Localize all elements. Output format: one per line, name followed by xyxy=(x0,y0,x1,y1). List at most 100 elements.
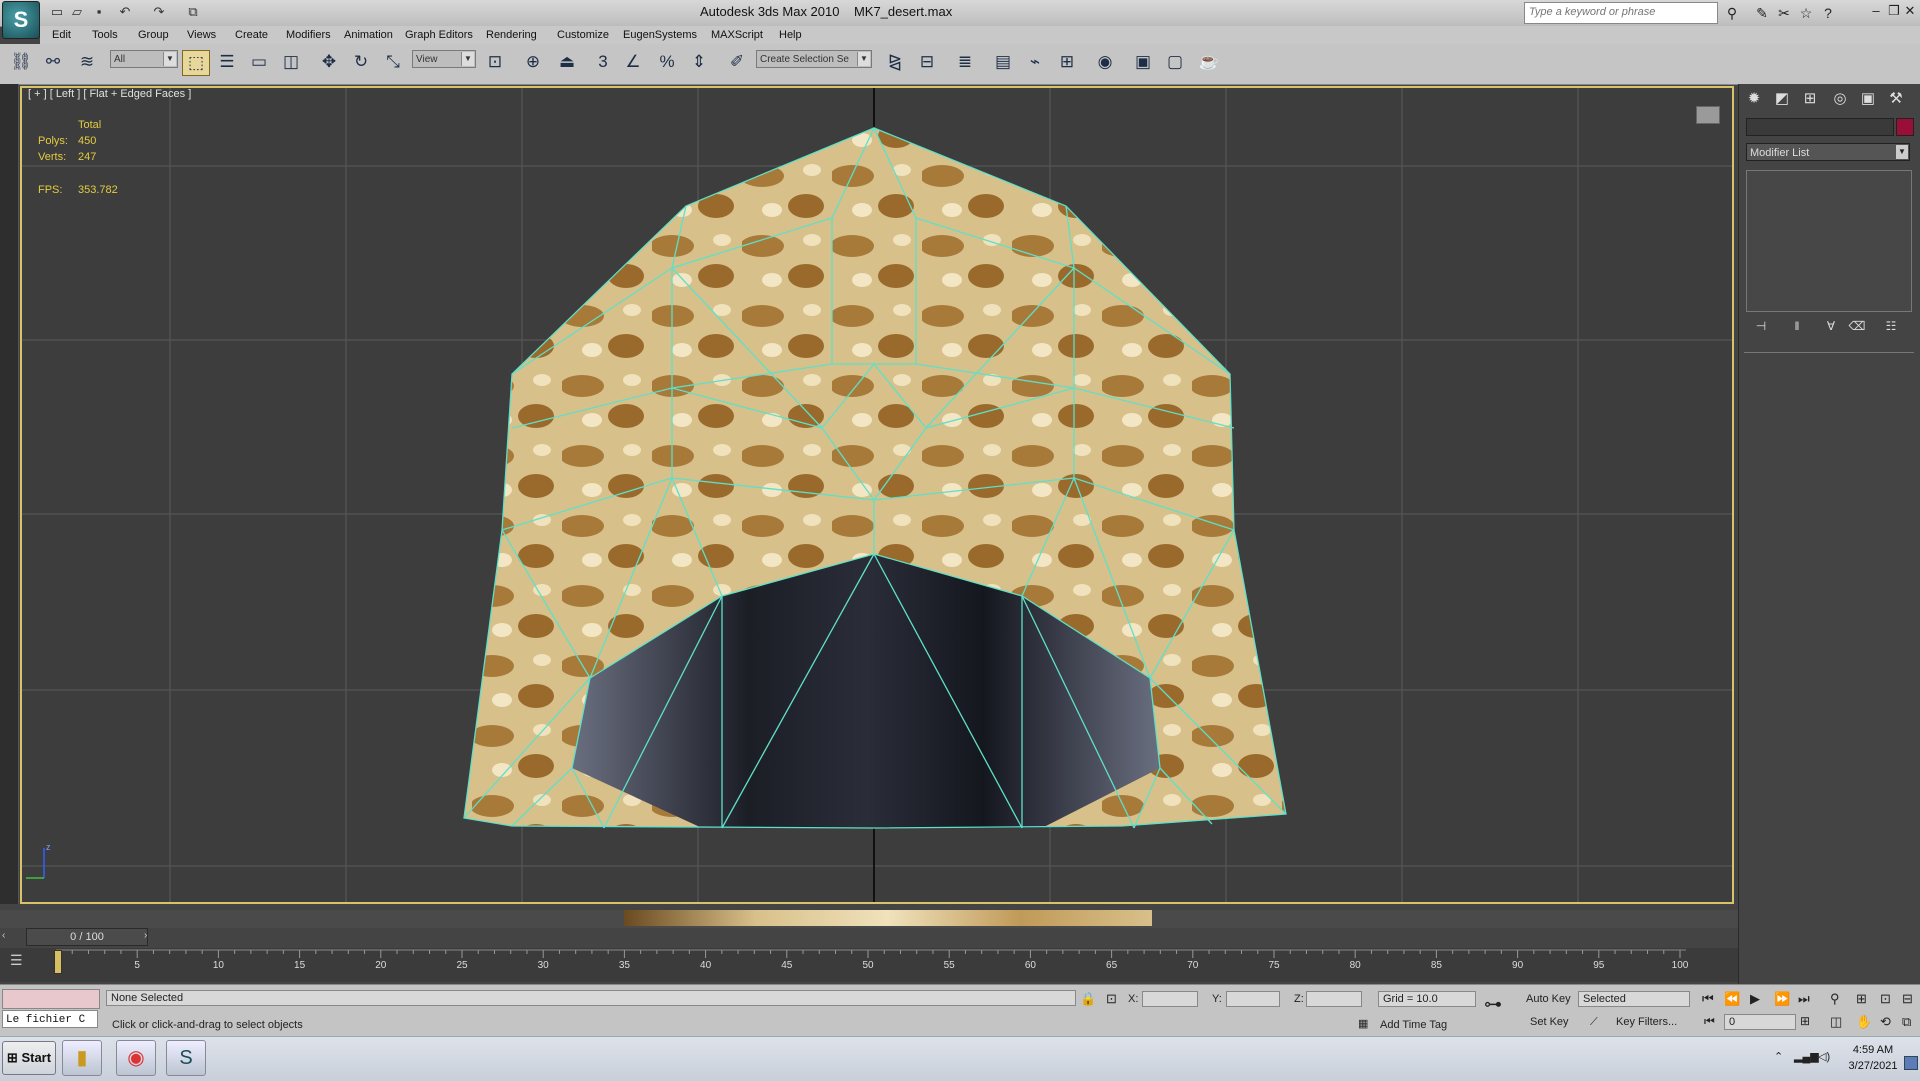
save-icon[interactable]: ▪ xyxy=(90,3,108,21)
help-icon[interactable]: ? xyxy=(1818,3,1838,23)
menu-maxscript[interactable]: MAXScript xyxy=(709,26,765,44)
add-time-tag[interactable]: Add Time Tag xyxy=(1380,1019,1447,1031)
subscription-icon[interactable]: ✎ xyxy=(1752,3,1772,23)
favorites-star-icon[interactable]: ☆ xyxy=(1796,3,1816,23)
bind-space-warp-icon[interactable]: ≋ xyxy=(74,48,100,76)
make-unique-icon[interactable]: ∀ xyxy=(1820,318,1842,334)
mirror-icon[interactable]: ⧎ xyxy=(882,48,908,76)
field-of-view-icon[interactable]: ◫ xyxy=(1830,1014,1842,1030)
play-icon[interactable]: ▶ xyxy=(1750,991,1760,1007)
select-by-name-icon[interactable]: ☰ xyxy=(214,48,240,76)
align-icon[interactable]: ⊟ xyxy=(914,48,940,76)
key-filters-button[interactable]: Key Filters... xyxy=(1616,1016,1677,1028)
menu-views[interactable]: Views xyxy=(185,26,218,44)
file-explorer-icon[interactable]: ▮ xyxy=(62,1040,102,1076)
mini-curve-editor-icon[interactable]: ☰ xyxy=(10,952,23,969)
next-frame-button-icon[interactable]: ⏩ xyxy=(1774,991,1790,1007)
redo-icon[interactable]: ↷ xyxy=(150,3,168,21)
curve-editor-icon[interactable]: ⌁ xyxy=(1022,48,1048,76)
layer-manager-icon[interactable]: ≣ xyxy=(952,48,978,76)
select-manipulate-icon[interactable]: ⊕ xyxy=(520,48,546,76)
object-name-field[interactable] xyxy=(1746,118,1894,136)
y-coordinate-field[interactable] xyxy=(1226,991,1280,1007)
maxscript-mini-listener[interactable]: Le fichier C xyxy=(2,1010,98,1028)
key-mode-toggle-icon[interactable]: ⏮ xyxy=(1704,1014,1715,1029)
link-icon[interactable]: ⛓ xyxy=(8,48,34,76)
new-file-icon[interactable]: ▭ xyxy=(48,3,66,21)
previous-frame-icon[interactable]: ⏪ xyxy=(1724,991,1740,1007)
window-crossing-icon[interactable]: ◫ xyxy=(278,48,304,76)
modifier-stack[interactable] xyxy=(1746,170,1912,312)
time-slider[interactable]: 0 / 100 xyxy=(26,928,148,946)
angle-snap-icon[interactable]: ∠ xyxy=(620,48,646,76)
maximize-viewport-icon[interactable]: ⧉ xyxy=(1902,1014,1911,1030)
app-menu-button[interactable]: S xyxy=(2,1,40,39)
reference-coordinate-dropdown[interactable]: View ▼ xyxy=(412,50,476,68)
viewport-left[interactable] xyxy=(20,86,1734,904)
start-button[interactable]: ⊞ Start xyxy=(2,1041,56,1075)
viewport-label[interactable]: [ + ] [ Left ] [ Flat + Edged Faces ] xyxy=(28,88,191,100)
modifier-list-dropdown[interactable]: Modifier List ▼ xyxy=(1746,143,1910,161)
zoom-all-icon[interactable]: ⊞ xyxy=(1856,991,1867,1007)
menu-help[interactable]: Help xyxy=(777,26,804,44)
show-desktop-icon[interactable] xyxy=(1904,1056,1918,1070)
menu-animation[interactable]: Animation xyxy=(342,26,395,44)
maxscript-mini-listener-top[interactable] xyxy=(2,989,100,1009)
project-folder-icon[interactable]: ⧉ xyxy=(184,3,202,21)
menu-modifiers[interactable]: Modifiers xyxy=(284,26,333,44)
current-frame-field[interactable]: 0 xyxy=(1724,1014,1796,1030)
edit-named-selection-icon[interactable]: ✐ xyxy=(724,48,750,76)
schematic-view-icon[interactable]: ⊞ xyxy=(1054,48,1080,76)
time-tag-icon[interactable]: ▦ xyxy=(1358,1017,1368,1030)
time-slider-thumb[interactable] xyxy=(54,950,62,974)
menu-graph-editors[interactable]: Graph Editors xyxy=(403,26,475,44)
clock-time[interactable]: 4:59 AM xyxy=(1838,1044,1908,1056)
search-box[interactable] xyxy=(1524,2,1718,24)
select-object-icon[interactable]: ⬚ xyxy=(182,50,210,76)
percent-snap-icon[interactable]: % xyxy=(654,48,680,76)
absolute-mode-icon[interactable]: ⊡ xyxy=(1106,991,1117,1007)
create-tab-icon[interactable]: ✹ xyxy=(1742,88,1766,110)
minimize-icon[interactable]: – xyxy=(1868,2,1884,20)
menu-rendering[interactable]: Rendering xyxy=(484,26,539,44)
rendered-frame-window-icon[interactable]: ▢ xyxy=(1162,48,1188,76)
set-key-mode-icon[interactable]: ⊶ xyxy=(1484,994,1502,1015)
render-teapot-icon[interactable]: ☕ xyxy=(1196,48,1222,76)
menu-group[interactable]: Group xyxy=(136,26,171,44)
named-selection-dropdown[interactable]: Create Selection Se ▼ xyxy=(756,50,872,68)
set-key-button[interactable]: Set Key xyxy=(1530,1016,1569,1028)
menu-customize[interactable]: Customize xyxy=(555,26,611,44)
viewcube-icon[interactable] xyxy=(1696,106,1720,124)
restore-icon[interactable]: ❐ xyxy=(1886,2,1902,20)
x-coordinate-field[interactable] xyxy=(1142,991,1198,1007)
orbit-icon[interactable]: ⟲ xyxy=(1880,1014,1891,1030)
display-tab-icon[interactable]: ▣ xyxy=(1856,88,1880,110)
hierarchy-tab-icon[interactable]: ⊞ xyxy=(1798,88,1822,110)
move-icon[interactable]: ✥ xyxy=(316,48,342,76)
spinner-snap-icon[interactable]: ⇕ xyxy=(686,48,712,76)
menu-tools[interactable]: Tools xyxy=(90,26,120,44)
binoculars-icon[interactable]: ⚲ xyxy=(1722,3,1742,23)
go-to-start-icon[interactable]: ⏮ xyxy=(1702,991,1714,1007)
remove-modifier-icon[interactable]: ⌫ xyxy=(1846,318,1868,334)
material-editor-icon[interactable]: ◉ xyxy=(1092,48,1118,76)
clock-date[interactable]: 3/27/2021 xyxy=(1838,1060,1908,1072)
search-input[interactable] xyxy=(1525,3,1713,21)
z-coordinate-field[interactable] xyxy=(1306,991,1362,1007)
open-file-icon[interactable]: ▱ xyxy=(68,3,86,21)
utilities-tab-icon[interactable]: ⚒ xyxy=(1884,88,1908,110)
zoom-extents-icon[interactable]: ⊡ xyxy=(1880,991,1891,1007)
pan-hand-icon[interactable]: ✋ xyxy=(1856,1014,1872,1030)
close-icon[interactable]: ✕ xyxy=(1902,2,1918,20)
graphite-modeling-icon[interactable]: ▤ xyxy=(990,48,1016,76)
pin-stack-icon[interactable]: ⊣ xyxy=(1750,318,1772,334)
object-color-swatch[interactable] xyxy=(1896,118,1914,136)
pivot-center-icon[interactable]: ⊡ xyxy=(482,48,508,76)
undo-icon[interactable]: ↶ xyxy=(116,3,134,21)
menu-edit[interactable]: Edit xyxy=(50,26,73,44)
auto-key-button[interactable]: Auto Key xyxy=(1526,993,1571,1005)
selection-filter-dropdown[interactable]: All ▼ xyxy=(110,50,178,68)
keyboard-shortcut-override-icon[interactable]: ⏏ xyxy=(554,48,580,76)
render-setup-icon[interactable]: ▣ xyxy=(1130,48,1156,76)
rectangular-selection-icon[interactable]: ▭ xyxy=(246,48,272,76)
